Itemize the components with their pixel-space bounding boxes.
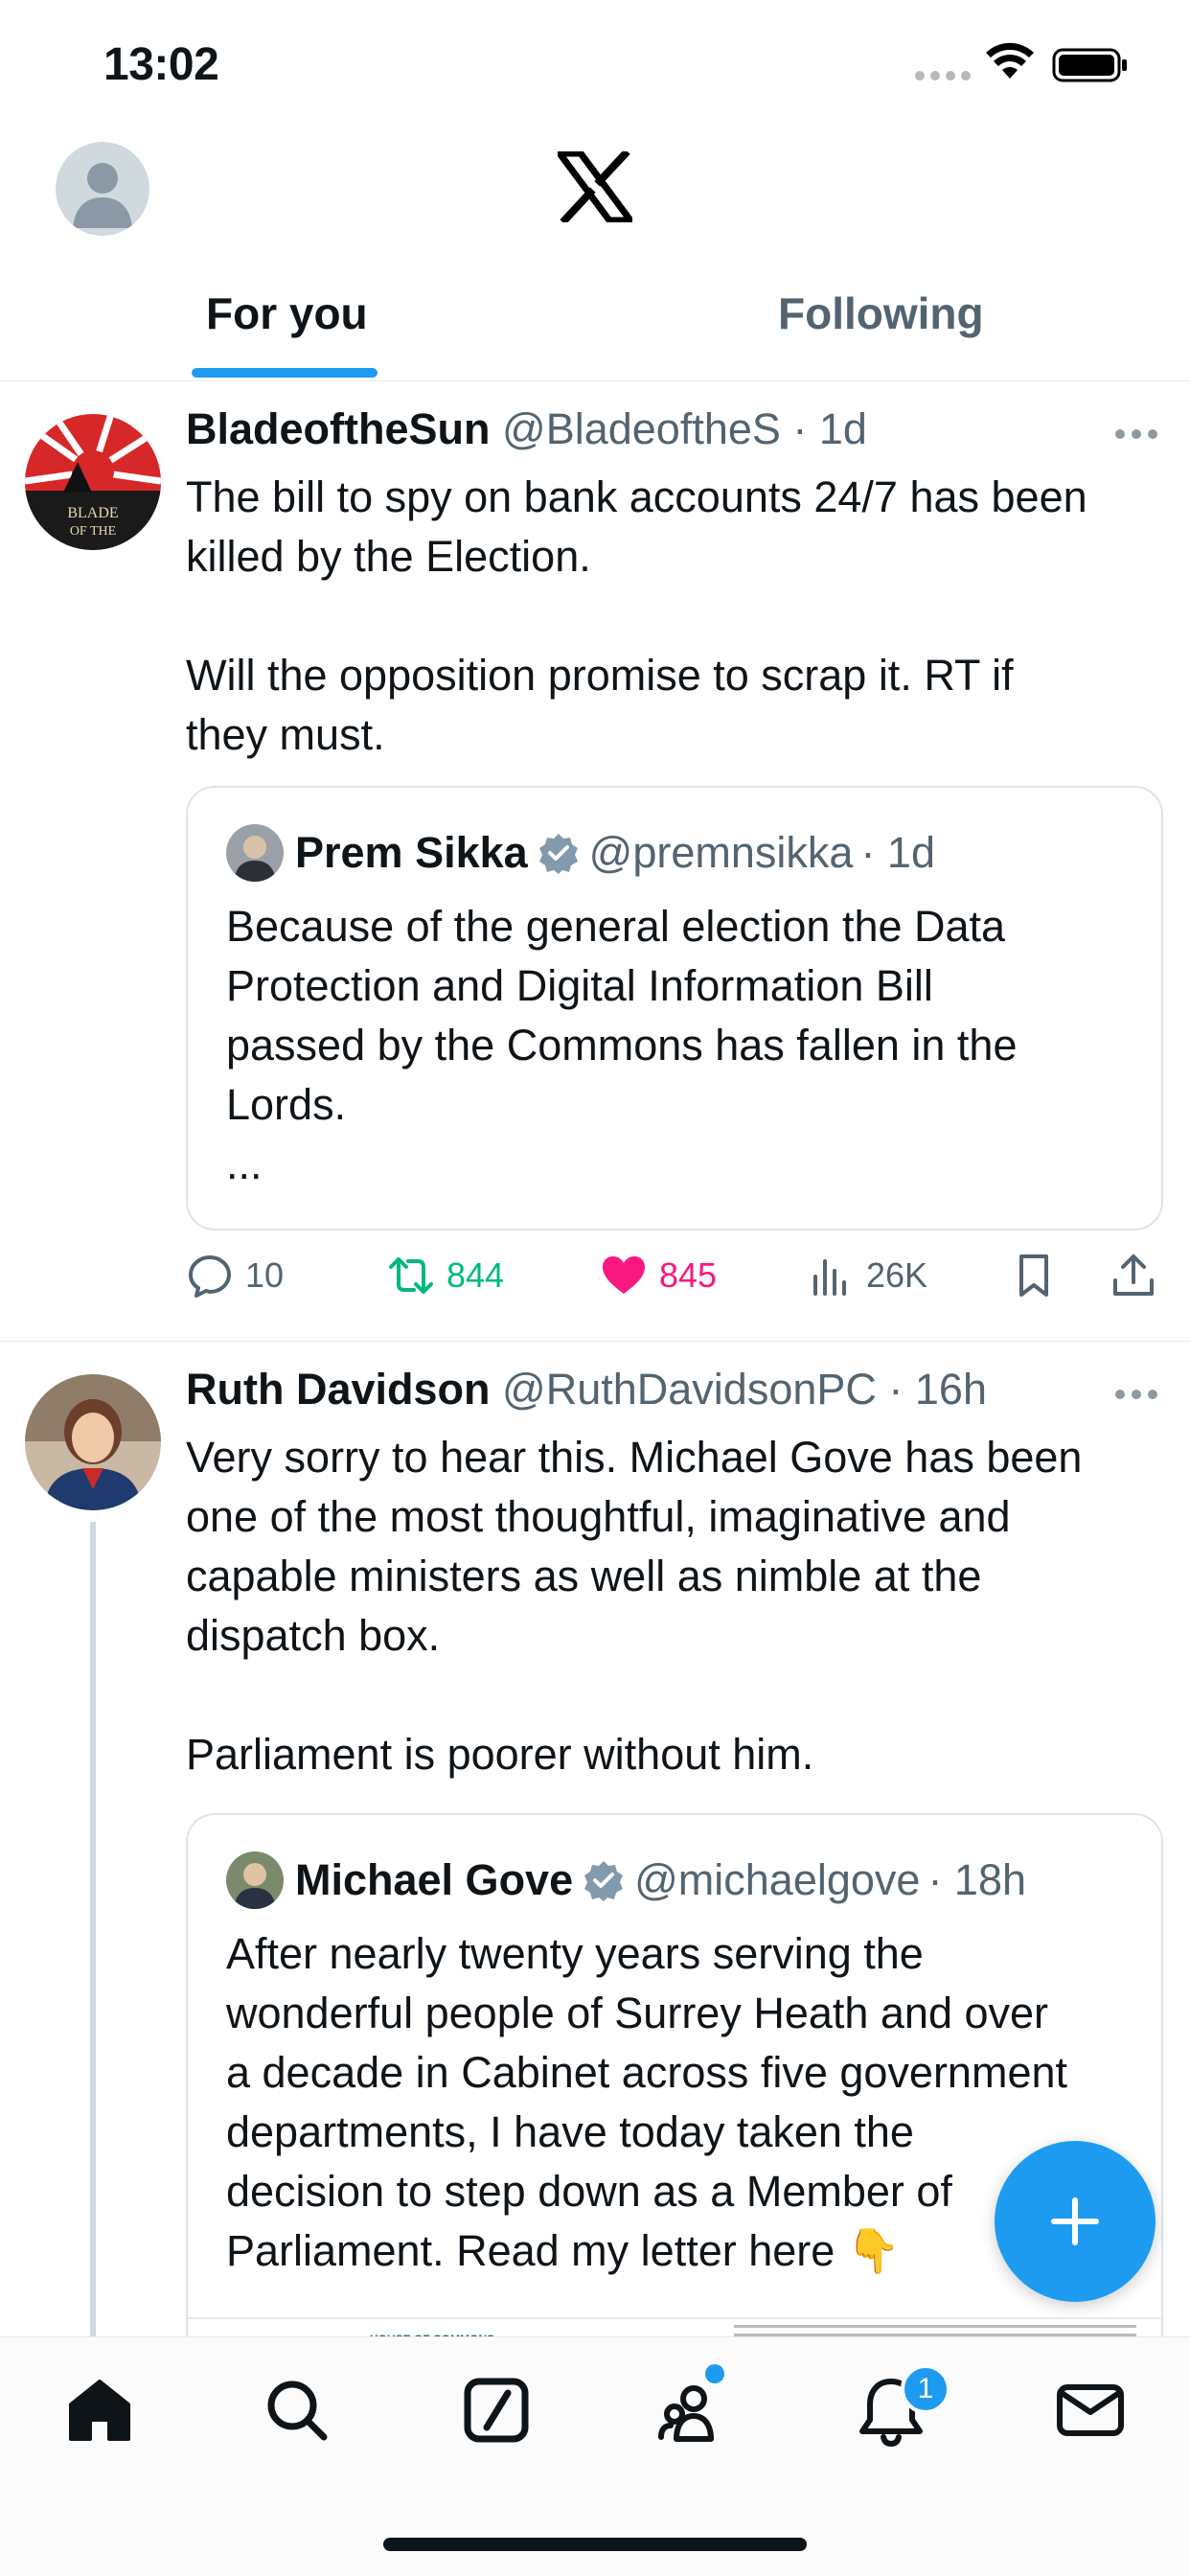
- wifi-icon: [986, 42, 1034, 79]
- post-time: · 16h: [888, 1365, 987, 1414]
- retweet-button[interactable]: 844: [387, 1252, 504, 1300]
- author-handle[interactable]: @RuthDavidsonPC: [502, 1365, 877, 1414]
- post-text-line: capable ministers as well as nimble at t…: [186, 1552, 982, 1600]
- svg-text:OF THE: OF THE: [70, 524, 116, 539]
- quote-author-name: Prem Sikka: [295, 828, 528, 877]
- quote-author-handle: @michaelgove: [634, 1855, 921, 1904]
- quote-text: Because of the general election the Data…: [226, 897, 1146, 1194]
- post-text-line: Very sorry to hear this. Michael Gove ha…: [186, 1433, 1083, 1482]
- avatar[interactable]: BLADE OF THE: [25, 414, 161, 550]
- quote-header: Michael Gove @michaelgove · 18h: [226, 1852, 1026, 1909]
- profile-avatar[interactable]: [56, 142, 149, 236]
- bookmark-icon: [1019, 1254, 1048, 1297]
- quoted-post[interactable]: Prem Sikka @premnsikka · 1d Because of t…: [186, 786, 1163, 1230]
- bookmark-button[interactable]: [1010, 1252, 1069, 1300]
- compose-button[interactable]: [995, 2141, 1156, 2302]
- quote-time: · 18h: [927, 1855, 1027, 1904]
- post-text-line: Will the opposition promise to scrap it.…: [186, 651, 1014, 700]
- post-text-line: Parliament is poorer without him.: [186, 1730, 814, 1779]
- reply-icon: [189, 1255, 231, 1298]
- communities-dot-badge: [705, 2364, 724, 2383]
- search-icon[interactable]: [259, 2372, 335, 2449]
- verified-icon: [538, 834, 578, 874]
- retweet-icon: [389, 1257, 433, 1294]
- quote-text-line: After nearly twenty years serving the: [226, 1929, 924, 1978]
- x-logo-icon[interactable]: [558, 151, 632, 222]
- share-icon: [1113, 1254, 1154, 1296]
- quote-text-line: wonderful people of Surrey Heath and ove…: [226, 1989, 1049, 2037]
- communities-icon[interactable]: [655, 2372, 732, 2449]
- post-text-line: The bill to spy on bank accounts 24/7 ha…: [186, 472, 1087, 521]
- more-options-icon[interactable]: [1115, 1390, 1157, 1399]
- views-button[interactable]: 26K: [807, 1252, 927, 1300]
- timeline-tabs: For you Following: [0, 278, 1190, 381]
- post-text-line: killed by the Election.: [186, 532, 591, 581]
- home-indicator[interactable]: [383, 2538, 807, 2551]
- signal-icon: [915, 71, 971, 80]
- retweet-count: 844: [446, 1255, 505, 1295]
- post-text: The bill to spy on bank accounts 24/7 ha…: [186, 468, 1163, 765]
- post[interactable]: BLADE OF THE BladeoftheSun @BladeoftheS …: [0, 383, 1190, 1342]
- thread-line: [90, 1522, 96, 2346]
- verified-icon: [584, 1861, 624, 1901]
- post-text-line: dispatch box.: [186, 1611, 441, 1660]
- grok-icon[interactable]: [458, 2372, 535, 2449]
- avatar: [226, 1852, 284, 1909]
- reply-button[interactable]: 10: [186, 1252, 284, 1300]
- author-name[interactable]: Ruth Davidson: [186, 1365, 491, 1414]
- post-actions: 10 844 845 26K: [186, 1252, 1163, 1309]
- status-time: 13:02: [103, 39, 219, 90]
- more-options-icon[interactable]: [1115, 429, 1157, 439]
- author-name[interactable]: BladeoftheSun: [186, 404, 491, 453]
- reply-count: 10: [245, 1255, 285, 1295]
- tab-for-you[interactable]: For you: [206, 288, 368, 339]
- quote-author-handle: @premnsikka: [588, 828, 854, 877]
- quote-text-line: ...: [226, 1139, 263, 1188]
- like-count: 845: [659, 1255, 718, 1295]
- avatar: [226, 824, 284, 882]
- views-icon: [813, 1259, 846, 1296]
- post-text-line: they must.: [186, 710, 385, 759]
- post-header: Ruth Davidson @RuthDavidsonPC · 16h: [186, 1365, 987, 1414]
- home-icon[interactable]: [61, 2372, 138, 2449]
- status-bar: 13:02: [0, 0, 1190, 125]
- plus-icon: [1051, 2197, 1099, 2245]
- quote-header: Prem Sikka @premnsikka · 1d: [226, 824, 935, 882]
- quote-text-line: departments, I have today taken the: [226, 2107, 914, 2156]
- post-text-line: [186, 586, 1163, 646]
- quote-text-line: Protection and Digital Information Bill: [226, 961, 933, 1010]
- tab-following[interactable]: Following: [778, 288, 984, 339]
- avatar[interactable]: [25, 1374, 161, 1510]
- notifications-badge: 1: [901, 2364, 950, 2414]
- quote-author-name: Michael Gove: [295, 1855, 574, 1904]
- heart-icon: [603, 1256, 645, 1294]
- battery-icon: [1052, 48, 1127, 82]
- quote-text-line: Because of the general election the Data: [226, 902, 1006, 951]
- tab-indicator: [192, 368, 378, 378]
- mail-icon[interactable]: [1052, 2372, 1129, 2449]
- quote-text-line: Lords.: [226, 1080, 347, 1129]
- author-handle[interactable]: @BladeoftheS: [502, 404, 781, 453]
- like-button[interactable]: 845: [600, 1252, 717, 1300]
- post-time: · 1d: [792, 404, 867, 453]
- quote-text-line: passed by the Commons has fallen in the: [226, 1021, 1018, 1070]
- quote-text-line: a decade in Cabinet across five governme…: [226, 2048, 1068, 2097]
- post-text: Very sorry to hear this. Michael Gove ha…: [186, 1428, 1163, 1784]
- share-button[interactable]: [1110, 1252, 1169, 1300]
- views-count: 26K: [866, 1255, 928, 1295]
- svg-text:BLADE: BLADE: [67, 505, 118, 521]
- post-header: BladeoftheSun @BladeoftheS · 1d: [186, 404, 867, 454]
- post-text-line: one of the most thoughtful, imaginative …: [186, 1492, 1011, 1541]
- quote-time: · 1d: [860, 828, 935, 877]
- post-text-line: [186, 1666, 1163, 1725]
